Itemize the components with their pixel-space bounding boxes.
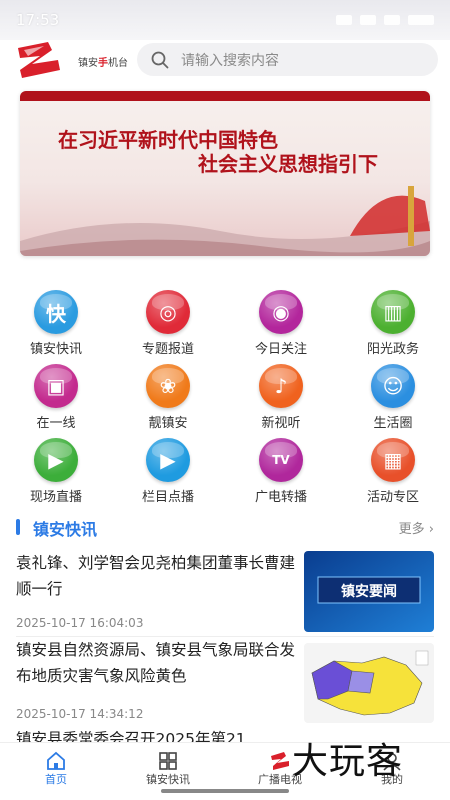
tab-label: 首页 bbox=[45, 773, 67, 786]
top-header: 镇安手机台 请输入搜索内容 bbox=[0, 40, 450, 82]
icon-glyph: ▣ bbox=[46, 374, 66, 398]
brand-name: 镇安手机台 bbox=[78, 54, 128, 69]
smile-cloud-icon: ☺ bbox=[371, 364, 415, 408]
news-time: 2025-10-17 16:04:03 bbox=[16, 616, 144, 630]
shortcut-5[interactable]: ▣ 在一线 bbox=[0, 362, 112, 434]
map-image bbox=[304, 643, 434, 723]
video-camera-icon: ▶ bbox=[34, 438, 78, 482]
book-icon: ▥ bbox=[371, 290, 415, 334]
search-box[interactable]: 请输入搜索内容 bbox=[137, 43, 438, 76]
logo-tab-icon bbox=[271, 752, 289, 770]
shortcut-label: 现场直播 bbox=[29, 490, 82, 505]
status-bar: 17:53 bbox=[0, 0, 450, 40]
wifi-icon bbox=[360, 15, 376, 25]
home-indicator bbox=[161, 789, 289, 793]
hero-banner[interactable]: 在习近平新时代中国特色 社会主义思想指引下 bbox=[20, 91, 430, 256]
camera-icon: ▣ bbox=[34, 364, 78, 408]
search-placeholder: 请输入搜索内容 bbox=[181, 52, 279, 69]
news-time: 2025-10-17 14:34:12 bbox=[16, 707, 144, 721]
icon-glyph: TV bbox=[272, 453, 290, 467]
eye-icon: ◉ bbox=[259, 290, 303, 334]
icon-glyph: ◉ bbox=[272, 300, 290, 324]
gift-icon: ▦ bbox=[371, 438, 415, 482]
icon-glyph: ◎ bbox=[159, 300, 177, 324]
shortcut-label: 栏目点播 bbox=[141, 490, 194, 505]
shortcut-label: 靓镇安 bbox=[148, 416, 188, 431]
shortcut-label: 今日关注 bbox=[254, 342, 307, 357]
thumb-caption: 镇安要闻 bbox=[341, 583, 397, 600]
icon-glyph: ▶ bbox=[160, 448, 176, 472]
shortcut-12[interactable]: ▦ 活动专区 bbox=[337, 436, 449, 508]
banner-line-1: 在习近平新时代中国特色 bbox=[58, 128, 278, 152]
shortcut-label: 在一线 bbox=[36, 416, 76, 431]
app-screen: 17:53 镇安手机台 请输入搜索内容 在习近平新时代中国特色 社会主义思想指引… bbox=[0, 0, 450, 800]
shortcut-label: 广电转播 bbox=[254, 490, 307, 505]
section-title: 镇安快讯 bbox=[33, 520, 98, 539]
brand-highlight: 手 bbox=[98, 58, 108, 69]
news-title: 袁礼锋、刘学智会见尧柏集团董事长曹建顺一行 bbox=[16, 554, 296, 598]
shortcut-9[interactable]: ▶ 现场直播 bbox=[0, 436, 112, 508]
icon-glyph: ☺ bbox=[382, 374, 404, 398]
news-title: 镇安县自然资源局、镇安县气象局联合发布地质灾害气象风险黄色 bbox=[16, 641, 296, 685]
app-logo-icon[interactable] bbox=[14, 40, 66, 80]
signal-icon bbox=[384, 15, 400, 25]
home-icon bbox=[47, 751, 65, 770]
more-link[interactable]: 更多 › bbox=[399, 518, 434, 537]
icon-glyph: 快 bbox=[46, 301, 66, 326]
shortcut-label: 阳光政务 bbox=[366, 342, 419, 357]
shortcut-6[interactable]: ❀ 靓镇安 bbox=[112, 362, 224, 434]
banner-image: 在习近平新时代中国特色 社会主义思想指引下 bbox=[20, 91, 430, 256]
more-label: 更多 bbox=[398, 522, 425, 537]
tulip-icon: ❀ bbox=[146, 364, 190, 408]
watermark: 大玩客 bbox=[292, 741, 404, 782]
shortcut-label: 专题报道 bbox=[141, 342, 194, 357]
brand-prefix: 镇安 bbox=[78, 58, 98, 69]
news-item[interactable]: 镇安县自然资源局、镇安县气象局联合发布地质灾害气象风险黄色 2025-10-17… bbox=[0, 637, 450, 725]
shortcut-4[interactable]: ▥ 阳光政务 bbox=[337, 288, 449, 360]
status-time: 17:53 bbox=[16, 11, 60, 29]
section-accent-bar bbox=[16, 519, 20, 535]
news-thumbnail bbox=[304, 643, 434, 723]
shortcut-label: 新视听 bbox=[261, 416, 301, 431]
shortcut-11[interactable]: TV 广电转播 bbox=[225, 436, 337, 508]
shortcut-3[interactable]: ◉ 今日关注 bbox=[225, 288, 337, 360]
news-item[interactable]: 袁礼锋、刘学智会见尧柏集团董事长曹建顺一行 2025-10-17 16:04:0… bbox=[0, 550, 450, 636]
news-thumbnail: 镇安要闻 bbox=[304, 551, 434, 632]
tv-icon: TV bbox=[259, 438, 303, 482]
play-icon: ▶ bbox=[146, 438, 190, 482]
shortcut-2[interactable]: ◎ 专题报道 bbox=[112, 288, 224, 360]
microphone-icon: ♪ bbox=[259, 364, 303, 408]
shortcut-label: 生活圈 bbox=[373, 416, 413, 431]
alarm-icon bbox=[336, 15, 352, 25]
shortcut-label: 镇安快讯 bbox=[29, 342, 82, 357]
banner-line-2: 社会主义思想指引下 bbox=[197, 152, 378, 176]
section-header: 镇安快讯 更多 › bbox=[0, 512, 450, 542]
shortcut-1[interactable]: 快镇安快讯 bbox=[0, 288, 112, 360]
chevron-right-icon: › bbox=[428, 522, 434, 537]
kuai-icon: 快 bbox=[34, 290, 78, 334]
shortcut-7[interactable]: ♪ 新视听 bbox=[225, 362, 337, 434]
icon-glyph: ♪ bbox=[274, 374, 288, 398]
brand-suffix: 机台 bbox=[108, 58, 128, 69]
target-icon: ◎ bbox=[146, 290, 190, 334]
tab-label: 镇安快讯 bbox=[146, 773, 190, 786]
grid-icon bbox=[159, 752, 177, 770]
shortcut-8[interactable]: ☺ 生活圈 bbox=[337, 362, 449, 434]
icon-glyph: ▶ bbox=[48, 448, 64, 472]
shortcut-10[interactable]: ▶ 栏目点播 bbox=[112, 436, 224, 508]
icon-glyph: ▥ bbox=[383, 300, 403, 324]
tab-1[interactable]: 首页 bbox=[0, 743, 112, 800]
shortcut-label: 活动专区 bbox=[366, 490, 419, 505]
icon-glyph: ❀ bbox=[159, 374, 177, 398]
icon-glyph: ▦ bbox=[383, 448, 403, 472]
battery-icon bbox=[408, 15, 434, 25]
status-icons bbox=[336, 15, 434, 25]
search-icon bbox=[151, 51, 169, 68]
